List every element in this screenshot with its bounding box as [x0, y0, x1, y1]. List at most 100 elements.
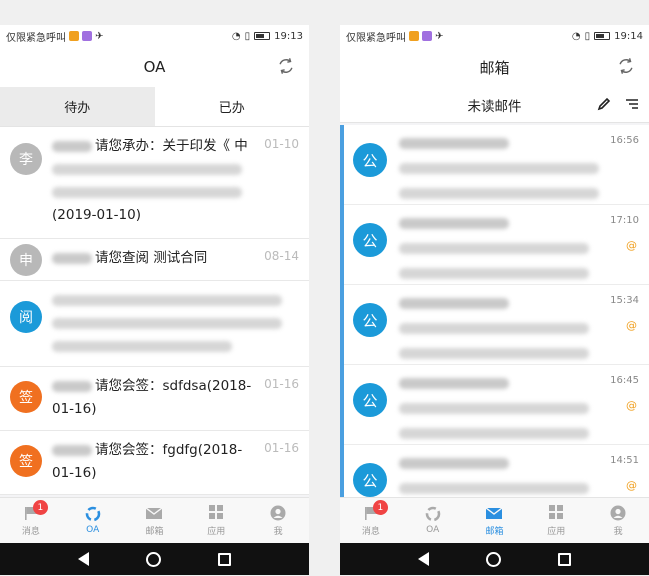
- task-date: 01-16: [264, 377, 299, 391]
- task-date: 08-14: [264, 249, 299, 263]
- task-title: 请您会签：fgdfg(2018-: [95, 442, 243, 458]
- sim-icon: ▯: [584, 30, 591, 42]
- task-row[interactable]: 签 01-16 请您会签：fgdfg(2018- 01-16): [0, 431, 309, 495]
- task-row[interactable]: 申 08-14 请您查阅 测试合同: [0, 239, 309, 281]
- mail-filter-title: 未读邮件: [467, 98, 522, 115]
- sender-avatar: 公: [353, 303, 387, 337]
- tab-label: 我: [613, 526, 623, 537]
- task-row[interactable]: 签 01-16 请您会签：sdfdsa(2018- 01-16): [0, 367, 309, 431]
- redacted-preview: [399, 268, 589, 279]
- redacted-text: [52, 163, 242, 175]
- tab-me[interactable]: 我: [247, 498, 309, 543]
- redacted-preview: [399, 348, 589, 359]
- sender-avatar: 公: [353, 143, 387, 177]
- tab-me[interactable]: 我: [587, 498, 649, 543]
- home-icon[interactable]: [485, 551, 501, 567]
- redacted-sender: [399, 298, 509, 309]
- signal-icon: ✈︎: [435, 30, 444, 42]
- mail-row[interactable]: 公 17:10 @: [344, 205, 649, 285]
- user-icon: [270, 505, 286, 520]
- mail-row[interactable]: 公 16:56: [344, 125, 649, 205]
- recent-apps-icon[interactable]: [217, 552, 231, 566]
- oa-screen: 仅限紧急呼叫 ✈︎ ◔ ▯ 19:13 OA 待办 已办 李 01-10 请您承…: [0, 25, 309, 575]
- tab-mailbox[interactable]: 邮箱: [464, 498, 526, 543]
- tab-apps[interactable]: 应用: [525, 498, 587, 543]
- page-title: OA: [143, 58, 166, 76]
- system-nav-bar: [0, 543, 309, 575]
- status-bar: 仅限紧急呼叫 ✈︎ ◔ ▯ 19:14: [340, 25, 649, 47]
- task-tabs: 待办 已办: [0, 87, 309, 127]
- attachment-icon: @: [626, 319, 637, 332]
- carrier-text: 仅限紧急呼叫: [346, 32, 406, 44]
- task-text: 请您承办：关于印发《 中 (2019-01-10): [52, 135, 299, 227]
- task-row[interactable]: 李 01-10 请您承办：关于印发《 中 (2019-01-10): [0, 127, 309, 239]
- redacted-preview: [399, 323, 589, 334]
- tab-label: OA: [86, 525, 100, 535]
- battery-icon: [594, 32, 611, 40]
- mail-list-header: 未读邮件: [340, 87, 649, 123]
- tab-messages[interactable]: 1 消息: [340, 498, 402, 543]
- task-date-suffix: 01-16): [52, 465, 97, 481]
- task-row[interactable]: 阅: [0, 281, 309, 367]
- home-icon[interactable]: [145, 551, 161, 567]
- tab-label: 邮箱: [145, 526, 164, 537]
- redacted-preview: [399, 188, 599, 199]
- edit-icon[interactable]: [597, 97, 611, 111]
- mail-row[interactable]: 公 14:51 @: [344, 445, 649, 497]
- tab-label: OA: [426, 525, 440, 535]
- redacted-sender: [399, 378, 509, 389]
- tab-apps[interactable]: 应用: [185, 498, 247, 543]
- page-title: 邮箱: [479, 58, 510, 77]
- app-header: OA: [0, 47, 309, 87]
- tab-oa[interactable]: OA: [402, 498, 464, 543]
- filter-menu-icon[interactable]: [625, 97, 639, 111]
- redacted-preview: [399, 163, 599, 174]
- redacted-text: [52, 252, 92, 264]
- redacted-preview: [399, 403, 589, 414]
- redacted-preview: [399, 243, 589, 254]
- grid-icon: [209, 504, 224, 519]
- task-text: 请您会签：sdfdsa(2018- 01-16): [52, 375, 299, 421]
- unread-badge: 1: [32, 500, 48, 515]
- redacted-sender: [399, 138, 509, 149]
- mail-row[interactable]: 公 15:34 @: [344, 285, 649, 365]
- redacted-text: [52, 380, 92, 392]
- attachment-icon: @: [626, 239, 637, 252]
- tab-oa[interactable]: OA: [62, 498, 124, 543]
- tab-pending[interactable]: 待办: [0, 87, 155, 126]
- task-text: 请您会签：fgdfg(2018- 01-16): [52, 439, 299, 485]
- refresh-icon[interactable]: [277, 57, 295, 75]
- back-icon[interactable]: [78, 552, 90, 566]
- notification-app-icon: [82, 31, 92, 41]
- redacted-text: [52, 444, 92, 456]
- tab-mailbox[interactable]: 邮箱: [124, 498, 186, 543]
- sender-avatar: 公: [353, 383, 387, 417]
- redacted-sender: [399, 218, 509, 229]
- tab-label: 邮箱: [485, 526, 504, 537]
- task-title: 请您承办：关于印发《 中: [95, 138, 248, 154]
- wifi-icon: ◔: [571, 30, 581, 42]
- task-date: 01-16: [264, 441, 299, 455]
- task-list: 李 01-10 请您承办：关于印发《 中 (2019-01-10) 申 08-1…: [0, 127, 309, 495]
- sync-icon: [425, 506, 440, 522]
- refresh-icon[interactable]: [617, 57, 635, 75]
- signal-icon: ✈︎: [95, 30, 104, 42]
- tab-messages[interactable]: 1 消息: [0, 498, 62, 543]
- avatar: 签: [10, 445, 42, 477]
- task-text: 请您查阅 测试合同: [52, 247, 299, 270]
- redacted-preview: [399, 483, 589, 494]
- sender-avatar: 公: [353, 463, 387, 497]
- recent-apps-icon[interactable]: [557, 552, 571, 566]
- user-icon: [610, 505, 626, 520]
- back-icon[interactable]: [418, 552, 430, 566]
- tab-done[interactable]: 已办: [155, 87, 310, 126]
- redacted-text: [52, 140, 92, 152]
- tab-label: 应用: [547, 526, 566, 537]
- tab-label: 我: [273, 526, 283, 537]
- mail-row[interactable]: 公 16:45 @: [344, 365, 649, 445]
- redacted-preview: [399, 428, 589, 439]
- mail-time: 16:56: [610, 135, 639, 146]
- task-date: 01-10: [264, 137, 299, 151]
- task-text: [52, 289, 299, 358]
- mail-time: 14:51: [610, 455, 639, 466]
